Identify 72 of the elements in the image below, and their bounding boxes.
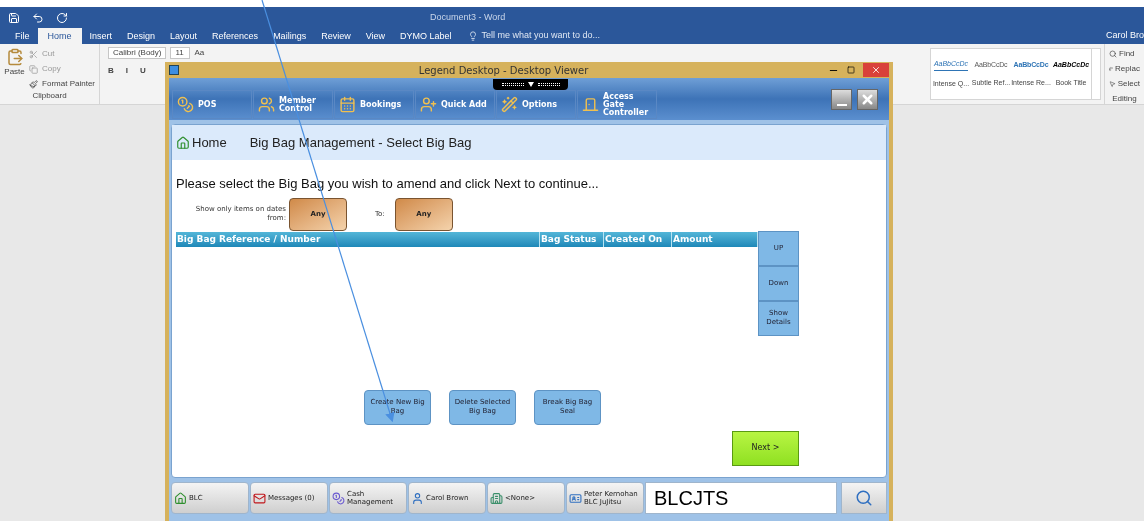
toolbar-button[interactable]: Bookings bbox=[334, 90, 414, 119]
ribbon-tab[interactable]: DYMO Label bbox=[393, 28, 459, 44]
next-button[interactable]: Next > bbox=[732, 430, 799, 466]
ribbon-tab[interactable]: Review bbox=[314, 28, 358, 44]
app-icon bbox=[169, 65, 179, 75]
code-field[interactable]: BLCJTS bbox=[645, 482, 837, 514]
toolbar-button[interactable]: Options bbox=[496, 90, 576, 119]
ribbon-tab[interactable]: Design bbox=[120, 28, 163, 44]
group-label: Editing bbox=[1111, 93, 1138, 105]
select-button[interactable]: Select bbox=[1109, 78, 1140, 90]
search-icon bbox=[854, 489, 873, 507]
ribbon-tab[interactable]: Layout bbox=[163, 28, 205, 44]
paste-button[interactable]: Paste bbox=[4, 48, 26, 90]
window-title: Document3 - Word bbox=[430, 10, 506, 24]
search-icon bbox=[1109, 50, 1117, 58]
search-button[interactable] bbox=[840, 482, 887, 514]
group-label: Clipboard bbox=[31, 90, 68, 102]
lightbulb-icon bbox=[467, 31, 478, 41]
ribbon-tab[interactable]: File bbox=[8, 28, 37, 44]
house-icon bbox=[176, 135, 190, 150]
redo-icon[interactable] bbox=[56, 11, 68, 24]
ribbon-tab[interactable]: Insert bbox=[82, 28, 120, 44]
pointer-icon bbox=[1109, 80, 1116, 88]
close-button[interactable] bbox=[863, 63, 889, 77]
ribbon-tab[interactable]: Mailings bbox=[266, 28, 314, 44]
ribbon-tab[interactable]: View bbox=[358, 28, 392, 44]
toolbar-button[interactable]: POS bbox=[172, 90, 252, 119]
toolbar-button[interactable]: Access Gate Controller bbox=[577, 90, 657, 119]
ribbon-tab[interactable]: References bbox=[205, 28, 266, 44]
building-icon bbox=[490, 491, 503, 505]
format-button[interactable]: B bbox=[108, 65, 114, 77]
id-card-icon bbox=[569, 491, 582, 505]
coins-icon bbox=[177, 96, 194, 113]
toolbar-button[interactable]: Member Control bbox=[253, 90, 333, 119]
format-painter-button[interactable]: Format Painter bbox=[29, 78, 95, 90]
replace-button[interactable]: Replac bbox=[1109, 63, 1140, 75]
coins-icon bbox=[332, 491, 345, 505]
undo-icon[interactable] bbox=[32, 11, 44, 24]
ribbon-tab[interactable]: Home bbox=[37, 28, 82, 44]
clipboard-icon bbox=[5, 48, 24, 66]
replace-icon bbox=[1109, 65, 1114, 73]
house-icon bbox=[174, 491, 187, 505]
find-button[interactable]: Find bbox=[1109, 48, 1140, 60]
close-icon bbox=[860, 91, 875, 107]
format-button[interactable]: U bbox=[140, 65, 146, 77]
person-icon bbox=[411, 491, 424, 505]
format-button[interactable]: I bbox=[125, 65, 128, 77]
copy-icon bbox=[29, 64, 39, 74]
close-icon bbox=[871, 65, 881, 75]
people-icon bbox=[258, 96, 275, 113]
close-button[interactable] bbox=[857, 88, 878, 110]
minimize-button[interactable] bbox=[831, 88, 852, 110]
calendar-icon bbox=[339, 96, 356, 113]
tell-me-field[interactable]: Tell me what you want to do... bbox=[467, 28, 601, 44]
paintbrush-icon bbox=[29, 79, 39, 89]
font-name-field[interactable]: Calibri (Body) bbox=[108, 47, 167, 59]
page-title: Big Bag Management - Select Big Bag bbox=[249, 133, 472, 152]
home-link[interactable]: Home bbox=[176, 132, 227, 153]
door-icon bbox=[582, 96, 599, 113]
user-name: Carol Bro bbox=[1106, 29, 1144, 43]
change-case-button[interactable]: Aa bbox=[194, 47, 205, 59]
toolbar-button[interactable]: Quick Add bbox=[415, 90, 495, 119]
window-title: Legend Desktop - Desktop Viewer bbox=[417, 63, 590, 78]
person-plus-icon bbox=[420, 96, 437, 113]
envelope-icon bbox=[253, 491, 266, 505]
save-icon[interactable] bbox=[8, 11, 20, 24]
scissors-icon bbox=[29, 49, 39, 59]
drag-handle-icon[interactable] bbox=[493, 79, 568, 90]
font-size-field[interactable]: 11 bbox=[170, 47, 191, 59]
maximize-icon[interactable] bbox=[847, 66, 855, 74]
instruction-text: Please select the Big Bag you wish to amend and click Next to continue... bbox=[175, 175, 600, 193]
wand-icon bbox=[501, 96, 518, 113]
